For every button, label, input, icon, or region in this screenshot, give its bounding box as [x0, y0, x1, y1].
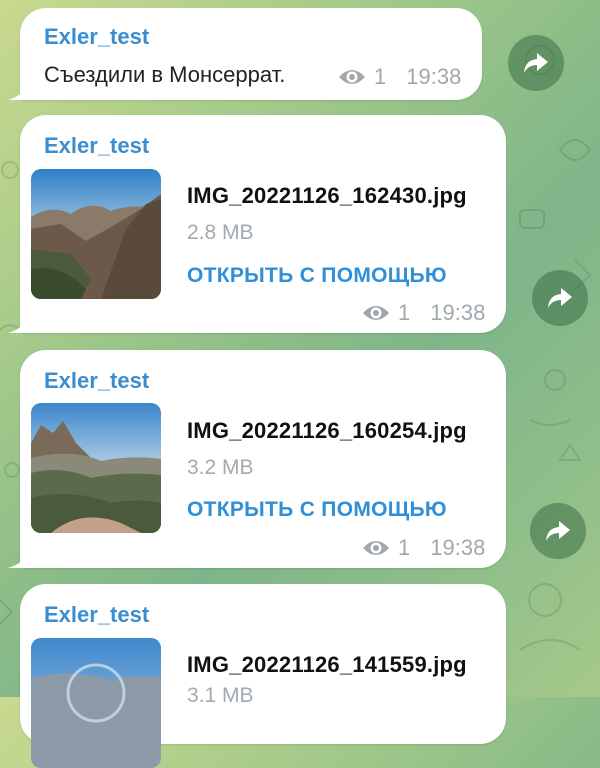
forward-button[interactable] [532, 270, 588, 326]
message-bubble-file[interactable]: Exler_test IMG_20221126_162430.jpg 2.8 M… [20, 115, 506, 333]
message-meta: 1 19:38 [338, 64, 461, 90]
message-bubble-text[interactable]: Exler_test Съездили в Монсеррат. 1 19:38 [20, 8, 482, 100]
eye-icon [363, 306, 389, 320]
view-count: 1 [398, 535, 411, 560]
message-text: Съездили в Монсеррат. [44, 62, 286, 87]
forward-button[interactable] [508, 35, 564, 91]
forward-button[interactable] [530, 503, 586, 559]
open-with-link[interactable]: ОТКРЫТЬ С ПОМОЩЬЮ [187, 264, 447, 288]
forward-arrow-icon [546, 521, 570, 541]
photo-thumbnail[interactable] [31, 169, 161, 299]
photo-thumbnail[interactable] [31, 638, 161, 768]
eye-icon [363, 541, 389, 555]
bubble-tail [8, 84, 30, 100]
message-time: 19:38 [430, 535, 486, 560]
message-sender[interactable]: Exler_test [44, 368, 149, 394]
message-bubble-file[interactable]: Exler_test IMG_20221126_160254.jpg 3.2 M… [20, 350, 506, 568]
message-sender[interactable]: Exler_test [44, 24, 149, 50]
eye-icon [339, 70, 365, 84]
file-name: IMG_20221126_160254.jpg [187, 418, 467, 443]
file-size: 2.8 MB [187, 221, 254, 244]
message-sender[interactable]: Exler_test [44, 602, 149, 628]
forward-arrow-icon [548, 288, 572, 308]
message-bubble-file[interactable]: Exler_test IMG_20221126_141559.jpg 3.1 M… [20, 584, 506, 768]
message-time: 19:38 [406, 64, 462, 89]
file-size: 3.1 MB [187, 684, 254, 707]
file-name: IMG_20221126_162430.jpg [187, 183, 467, 208]
photo-thumbnail[interactable] [31, 403, 161, 533]
message-meta: 1 19:38 [362, 300, 485, 326]
file-size: 3.2 MB [187, 456, 254, 479]
open-with-link[interactable]: ОТКРЫТЬ С ПОМОЩЬЮ [187, 498, 447, 522]
message-meta: 1 19:38 [362, 535, 485, 561]
message-time: 19:38 [430, 300, 486, 325]
file-name: IMG_20221126_141559.jpg [187, 652, 467, 677]
view-count: 1 [374, 64, 387, 89]
view-count: 1 [398, 300, 411, 325]
bubble-tail [8, 552, 30, 568]
bubble-tail [8, 317, 30, 333]
forward-arrow-icon [524, 53, 548, 73]
message-sender[interactable]: Exler_test [44, 133, 149, 159]
